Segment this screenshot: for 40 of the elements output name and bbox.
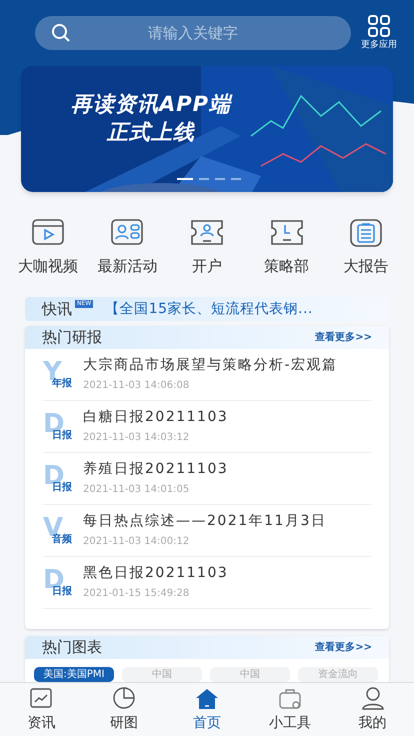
shortcut-item[interactable]: 策略部 [250,216,324,278]
nav-tab[interactable]: 研图 [94,686,154,734]
report-time: 2021-11-03 14:03:12 [83,431,190,445]
report-type-icon: Y年报 [43,359,72,389]
nav-tab[interactable]: 资讯 [11,686,72,734]
banner-title: 再读资讯APP端 [71,91,232,118]
report-title: 养殖日报20211103 [83,460,228,479]
view-more-link[interactable]: 查看更多>> [315,640,372,655]
report-title: 白糖日报20211103 [83,408,228,427]
me-icon [360,686,386,710]
report-type-icon: D日报 [43,463,72,493]
nav-tab[interactable]: 小工具 [260,686,320,734]
search-icon [51,22,71,42]
chart-icon [111,686,138,710]
nav-tab[interactable]: 首页 [176,686,237,734]
report-time: 2021-11-03 14:01:05 [83,483,190,497]
banner-title: 正式上线 [107,119,196,146]
news-headline[interactable]: 【全国15家长、短流程代表钢... [105,298,313,320]
shortcut-item[interactable]: 最新活动 [90,216,164,278]
section-title: 热门研报 [42,327,102,348]
report-title: 每日热点综述——2021年11月3日 [83,512,326,531]
nav-tab[interactable]: 我的 [342,686,403,734]
report-time: 2021-11-03 14:00:12 [83,535,190,549]
report-type-icon: V音频 [43,515,72,545]
news-flash-label: 快讯 [42,298,72,320]
report-type-icon: D日报 [43,411,72,441]
report-type-icon: D日报 [43,567,72,597]
grid-icon [367,14,391,38]
section-title: 热门图表 [42,637,102,658]
report-time: 2021-01-15 15:49:28 [83,587,190,601]
shortcut-item[interactable]: 开户 [170,216,244,278]
report-time: 2021-11-03 14:06:08 [83,379,190,393]
news-icon [28,686,54,710]
chart-tab[interactable]: 美国:美国PMI [34,667,114,682]
more-apps-button[interactable]: 更多应用 [361,14,397,51]
view-more-link[interactable]: 查看更多>> [315,330,372,345]
shortcut-item[interactable]: 大报告 [329,216,404,278]
report-title: 大宗商品市场展望与策略分析-宏观篇 [83,356,338,375]
report-title: 黑色日报20211103 [83,564,228,583]
shortcut-item[interactable]: 大咖视频 [10,216,85,278]
